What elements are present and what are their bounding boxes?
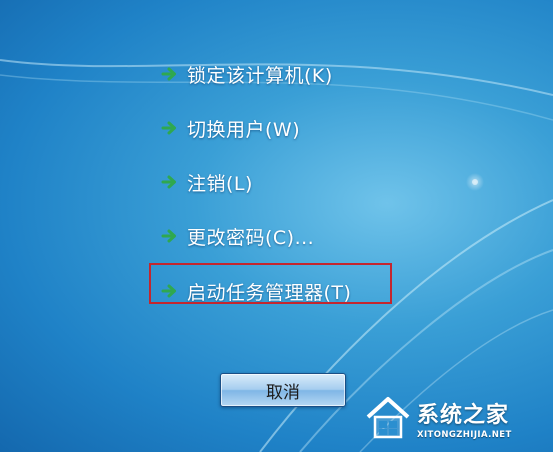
watermark-url: XITONGZHIJIA.NET <box>417 429 512 440</box>
menu-item-log-off[interactable]: 注销(L) <box>160 165 253 199</box>
green-arrow-icon <box>160 226 180 246</box>
menu-item-label: 注销(L) <box>187 172 253 195</box>
green-arrow-icon <box>160 172 180 192</box>
menu-item-switch-user[interactable]: 切换用户(W) <box>160 111 300 145</box>
watermark-text: 系统之家 XITONGZHIJIA.NET <box>417 397 512 440</box>
cancel-button[interactable]: 取消 <box>220 373 346 407</box>
menu-item-label: 切换用户(W) <box>187 118 301 141</box>
menu-item-change-password[interactable]: 更改密码(C)... <box>160 219 314 253</box>
cancel-button-label: 取消 <box>266 382 300 403</box>
site-watermark: 系统之家 XITONGZHIJIA.NET <box>363 392 543 444</box>
highlight-box <box>149 263 392 304</box>
house-logo-icon <box>366 397 410 439</box>
watermark-title: 系统之家 <box>417 402 510 428</box>
menu-item-lock-computer[interactable]: 锁定该计算机(K) <box>160 57 333 91</box>
green-arrow-icon <box>160 64 180 84</box>
green-arrow-icon <box>160 118 180 138</box>
menu-item-label: 更改密码(C)... <box>187 226 315 249</box>
menu-item-label: 锁定该计算机(K) <box>187 64 333 87</box>
